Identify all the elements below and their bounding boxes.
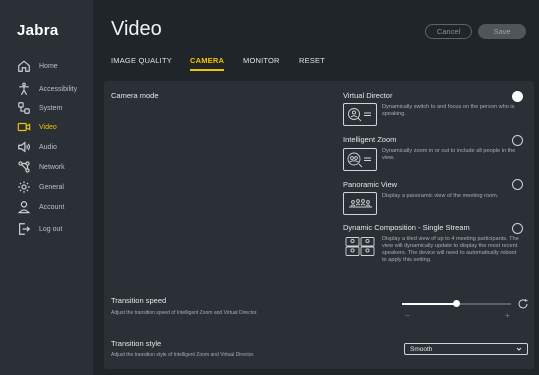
tab-camera[interactable]: CAMERA xyxy=(190,56,225,71)
transition-speed-label: Transition speed xyxy=(111,296,167,305)
sidebar: Jabra Home Accessibility System Video Au… xyxy=(0,0,93,375)
tab-reset[interactable]: RESET xyxy=(299,56,325,65)
main-content: Video Cancel Save IMAGE QUALITY CAMERA M… xyxy=(93,0,539,375)
transition-style-label: Transition style xyxy=(111,339,162,348)
sidebar-item-account[interactable]: Account xyxy=(0,197,93,217)
sidebar-item-network[interactable]: Network xyxy=(0,157,93,177)
option-description: Display a panoramic view of the meeting … xyxy=(382,193,499,199)
option-title: Dynamic Composition - Single Stream xyxy=(343,223,470,232)
brand-logo: Jabra xyxy=(17,22,59,39)
virtual-director-thumbnail xyxy=(343,103,377,126)
accessibility-icon xyxy=(17,82,31,96)
slider-knob[interactable] xyxy=(453,300,460,307)
video-camera-icon xyxy=(17,120,31,134)
sidebar-item-label: Account xyxy=(39,203,65,211)
transition-style-description: Adjust the transition style of Intellige… xyxy=(111,352,255,358)
option-title: Intelligent Zoom xyxy=(343,135,397,144)
panoramic-view-thumbnail xyxy=(343,192,377,215)
transition-speed-description: Adjust the transition speed of Intellige… xyxy=(111,310,258,316)
sidebar-item-label: General xyxy=(39,183,64,191)
radio-intelligent-zoom[interactable] xyxy=(512,135,523,146)
option-description: Display a tiled view of up to 4 meeting … xyxy=(382,236,519,263)
sidebar-item-home[interactable]: Home xyxy=(0,56,93,76)
speaker-icon xyxy=(17,140,31,154)
option-description: Dynamically zoom in or out to include al… xyxy=(382,148,516,161)
page-title: Video xyxy=(111,18,162,40)
camera-mode-label: Camera mode xyxy=(111,91,159,100)
camera-settings-panel: Camera mode Virtual Director Dynamically… xyxy=(104,81,534,369)
option-title: Virtual Director xyxy=(343,91,393,100)
sidebar-item-logout[interactable]: Log out xyxy=(0,219,93,239)
slider-minus-label: − xyxy=(405,311,410,320)
network-icon xyxy=(17,160,31,174)
home-icon xyxy=(17,59,31,73)
cancel-button[interactable]: Cancel xyxy=(425,24,472,39)
radio-virtual-director[interactable] xyxy=(512,91,523,102)
sidebar-item-general[interactable]: General xyxy=(0,177,93,197)
sidebar-item-label: Home xyxy=(39,62,58,70)
radio-dynamic-composition[interactable] xyxy=(512,223,523,234)
save-button[interactable]: Save xyxy=(478,24,526,39)
reset-icon[interactable] xyxy=(517,297,529,309)
option-title: Panoramic View xyxy=(343,180,398,189)
sidebar-item-label: Audio xyxy=(39,143,57,151)
dynamic-composition-thumbnail xyxy=(343,235,377,258)
option-description: Dynamically switch to and focus on the p… xyxy=(382,104,515,117)
sidebar-item-label: System xyxy=(39,104,63,112)
chevron-down-icon xyxy=(516,347,522,351)
transition-style-dropdown[interactable]: Smooth xyxy=(404,343,528,355)
active-tab-indicator xyxy=(190,69,225,71)
logout-icon xyxy=(17,222,31,236)
slider-fill xyxy=(402,303,457,305)
user-icon xyxy=(17,200,31,214)
tab-image-quality[interactable]: IMAGE QUALITY xyxy=(111,56,172,65)
transition-speed-slider[interactable] xyxy=(402,299,511,309)
sidebar-item-system[interactable]: System xyxy=(0,98,93,118)
dropdown-value: Smooth xyxy=(410,345,433,353)
system-icon xyxy=(17,101,31,115)
sidebar-item-audio[interactable]: Audio xyxy=(0,137,93,157)
slider-plus-label: + xyxy=(505,311,510,320)
gear-icon xyxy=(17,180,31,194)
sidebar-item-accessibility[interactable]: Accessibility xyxy=(0,79,93,99)
tab-label: CAMERA xyxy=(190,56,225,65)
intelligent-zoom-thumbnail xyxy=(343,148,377,171)
tab-monitor[interactable]: MONITOR xyxy=(243,56,280,65)
sidebar-item-label: Network xyxy=(39,163,65,171)
radio-panoramic-view[interactable] xyxy=(512,179,523,190)
sidebar-item-label: Video xyxy=(39,123,57,131)
sidebar-item-label: Log out xyxy=(39,225,63,233)
sidebar-item-video[interactable]: Video xyxy=(0,117,93,137)
sidebar-item-label: Accessibility xyxy=(39,85,78,93)
